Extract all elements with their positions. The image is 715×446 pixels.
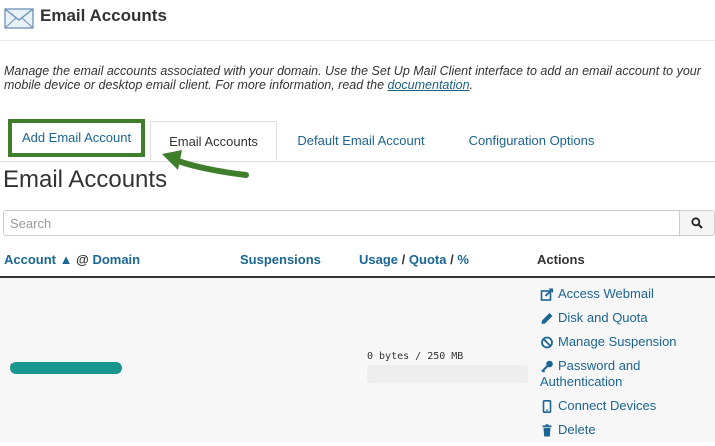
tab-default-email-account[interactable]: Default Email Account bbox=[283, 121, 439, 161]
tab-add-email-account[interactable]: Add Email Account bbox=[8, 119, 145, 157]
envelope-icon bbox=[4, 8, 34, 29]
page-title: Email Accounts bbox=[40, 6, 167, 25]
usage-text: 0 bytes / 250 MB bbox=[367, 351, 464, 362]
sort-quota-link[interactable]: Quota bbox=[409, 252, 447, 267]
intro-text: Manage the email accounts associated wit… bbox=[4, 64, 714, 92]
delete-link[interactable]: Delete bbox=[540, 422, 710, 438]
external-link-icon bbox=[540, 288, 554, 301]
sort-domain-link[interactable]: Domain bbox=[92, 252, 140, 267]
account-actions: Access Webmail Disk and Quota Manage Sus… bbox=[540, 286, 710, 446]
key-icon bbox=[541, 360, 553, 373]
trash-icon bbox=[542, 424, 552, 437]
suspensions-header[interactable]: Suspensions bbox=[240, 252, 321, 267]
section-title: Email Accounts bbox=[3, 166, 168, 193]
usage-progress-bar bbox=[367, 365, 528, 383]
intro-end: . bbox=[469, 78, 474, 92]
manage-suspension-link[interactable]: Manage Suspension bbox=[540, 334, 710, 350]
disk-and-quota-link[interactable]: Disk and Quota bbox=[540, 310, 710, 326]
sort-usage-link[interactable]: Usage bbox=[359, 252, 398, 267]
access-webmail-link[interactable]: Access Webmail bbox=[540, 286, 710, 302]
table-header: Account ▲ @ Domain Suspensions Usage / Q… bbox=[0, 248, 715, 278]
search-input[interactable] bbox=[3, 210, 679, 236]
intro-body: Manage the email accounts associated wit… bbox=[4, 64, 701, 92]
page-header: Email Accounts bbox=[0, 0, 715, 41]
usage-quota-header: Usage / Quota / % bbox=[359, 252, 469, 267]
redaction-mark bbox=[10, 362, 122, 374]
sort-percent-link[interactable]: % bbox=[457, 252, 469, 267]
connect-devices-link[interactable]: Connect Devices bbox=[540, 398, 710, 414]
search-icon bbox=[691, 217, 703, 229]
search-bar bbox=[3, 210, 715, 236]
password-and-authentication-link[interactable]: Password and Authentication bbox=[540, 358, 710, 390]
pencil-icon bbox=[541, 313, 553, 325]
mobile-icon bbox=[542, 400, 552, 414]
sort-account-link[interactable]: Account ▲ bbox=[4, 252, 73, 267]
pointer-arrow bbox=[162, 150, 249, 178]
documentation-link[interactable]: documentation bbox=[388, 78, 470, 92]
account-domain-header: Account ▲ @ Domain bbox=[4, 252, 141, 267]
ban-icon bbox=[541, 336, 553, 349]
actions-header: Actions bbox=[537, 252, 585, 267]
tab-configuration-options[interactable]: Configuration Options bbox=[450, 121, 613, 161]
search-button[interactable] bbox=[679, 210, 715, 236]
